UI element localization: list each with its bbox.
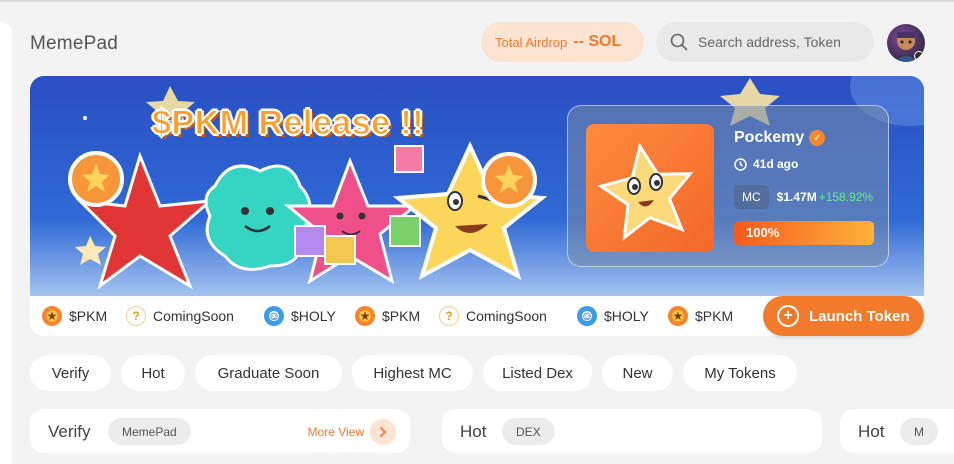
pockemy-star-icon: [597, 142, 694, 241]
avatar-status-dot: [914, 51, 924, 61]
ticker-item[interactable]: ★ $PKM: [355, 306, 420, 326]
verify-panel: Verify MemePad More View: [30, 409, 410, 453]
pkm-token-icon: ★: [355, 306, 375, 326]
filter-chip-my-tokens[interactable]: My Tokens: [683, 355, 797, 391]
panel-tag: M: [900, 418, 938, 445]
ticker-item[interactable]: ? ComingSoon: [439, 306, 547, 326]
more-view-button[interactable]: [370, 419, 396, 445]
airdrop-value: -- SOL: [573, 33, 622, 50]
mc-change: +158.92%: [818, 190, 874, 204]
progress-label: 100%: [746, 225, 780, 240]
verified-badge-icon: ✓: [809, 130, 826, 146]
pkm-token-icon: ★: [42, 306, 62, 326]
banner-title: $PKM Release !!: [151, 104, 425, 143]
filter-chip-hot[interactable]: Hot: [121, 355, 185, 391]
panel-title: Hot: [858, 422, 885, 441]
plus-icon: +: [777, 305, 799, 327]
top-border: [0, 0, 954, 2]
search-box[interactable]: Search address, Token: [656, 22, 874, 62]
bonding-progress-bar: 100%: [734, 221, 874, 245]
user-avatar[interactable]: [887, 24, 925, 62]
more-view-link[interactable]: More View: [308, 425, 364, 439]
featured-token-card[interactable]: Pockemy ✓ 41d ago MC $1.47M +158.92% 100…: [567, 105, 889, 267]
filter-chip-listed-dex[interactable]: Listed Dex: [483, 355, 592, 391]
left-sidebar-edge: [0, 22, 12, 464]
ticker-item[interactable]: ☺ $HOLY: [264, 306, 336, 326]
mc-value: $1.47M: [776, 190, 817, 204]
filter-chip-new[interactable]: New: [602, 355, 673, 391]
panel-tag: DEX: [502, 418, 555, 445]
ticker-item[interactable]: ★ $PKM: [668, 306, 733, 326]
filter-chip-verify[interactable]: Verify: [30, 355, 111, 391]
clock-icon: [734, 157, 747, 171]
market-cap-row: MC $1.47M +158.92%: [734, 185, 873, 209]
star-decoration-icon: [75, 236, 106, 265]
search-icon: [670, 33, 688, 51]
chevron-right-icon: [380, 427, 387, 437]
launch-token-button[interactable]: + Launch Token: [763, 296, 924, 336]
filter-chip-graduate-soon[interactable]: Graduate Soon: [195, 355, 342, 391]
mc-label: MC: [734, 185, 769, 209]
hot-dex-panel: Hot DEX: [442, 409, 822, 453]
airdrop-label: Total Airdrop: [495, 34, 568, 50]
ticker-item[interactable]: ☺ $HOLY: [577, 306, 649, 326]
featured-token-name: Pockemy ✓: [734, 129, 826, 147]
gift-icon: [394, 145, 424, 173]
panel-title: Verify: [48, 422, 91, 441]
filter-chip-highest-mc[interactable]: Highest MC: [352, 355, 473, 391]
coming-soon-icon: ?: [439, 306, 459, 326]
ticker-item[interactable]: ★ $PKM: [42, 306, 107, 326]
featured-token-age: 41d ago: [734, 157, 798, 171]
search-input[interactable]: Search address, Token: [698, 34, 841, 50]
panel-title: Hot: [460, 422, 487, 441]
holy-token-icon: ☺: [577, 306, 597, 326]
hot-panel-partial: Hot M: [840, 409, 954, 453]
brand-title: MemePad: [30, 33, 118, 54]
coming-soon-icon: ?: [126, 306, 146, 326]
header: MemePad Total Airdrop -- SOL Search addr…: [30, 22, 930, 64]
holy-token-icon: ☺: [264, 306, 284, 326]
ticker-item[interactable]: ? ComingSoon: [126, 306, 234, 326]
panel-tag: MemePad: [108, 418, 191, 445]
gift-icon: [389, 215, 421, 247]
gift-icon: [324, 235, 356, 265]
pkm-token-icon: ★: [668, 306, 688, 326]
total-airdrop-badge[interactable]: Total Airdrop -- SOL: [481, 22, 644, 62]
featured-token-image: [586, 124, 714, 252]
